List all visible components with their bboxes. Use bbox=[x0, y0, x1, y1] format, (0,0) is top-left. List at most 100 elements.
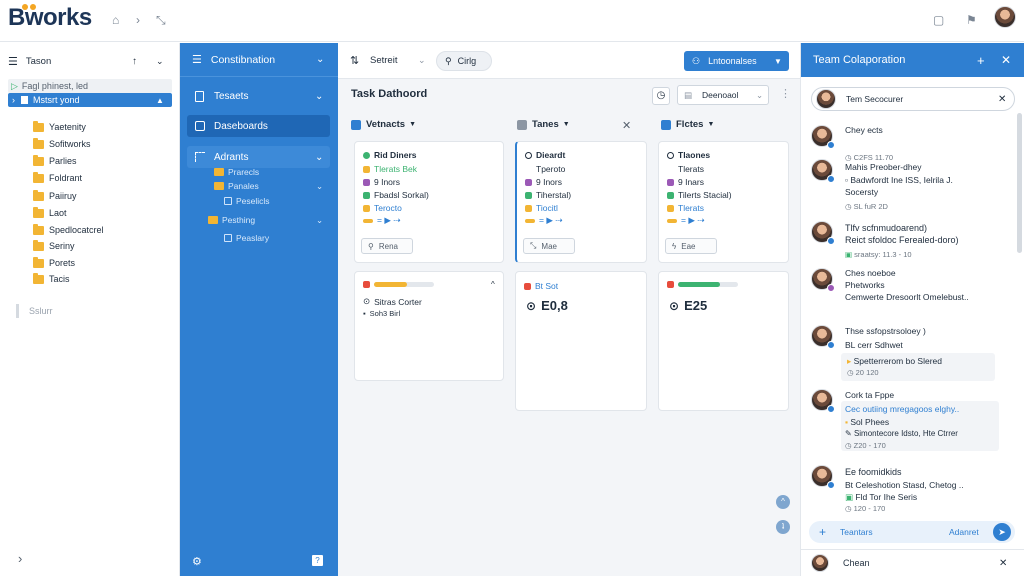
scroll-up-button[interactable]: ^ bbox=[776, 495, 790, 509]
folder-item[interactable]: Parlies bbox=[33, 154, 197, 168]
chevron-up-icon[interactable]: ^ bbox=[491, 280, 495, 289]
stat-card[interactable]: ^ ⊙ Sitras Corter ▪ Soh3 Birl bbox=[354, 271, 504, 381]
nav-subitem[interactable]: Panales ⌄ bbox=[214, 181, 323, 191]
nav-item-adrants[interactable]: Adrants ⌄ bbox=[187, 146, 330, 168]
nav-subitem[interactable]: Peaslary bbox=[224, 233, 269, 243]
message-bubble[interactable]: Cec outiing mregagoos elghy.. ▪ Sol Phee… bbox=[841, 401, 999, 451]
chevron-down-icon[interactable]: ⌄ bbox=[418, 55, 426, 66]
send-icon[interactable]: ➤ bbox=[993, 523, 1011, 541]
folder-icon[interactable]: ⌂ bbox=[112, 13, 119, 27]
sliders-icon[interactable]: ⇅ bbox=[350, 54, 359, 67]
message-attachment[interactable]: ▸ Spetterrerom bo Slered ◷ 20 120 bbox=[841, 353, 995, 381]
chevron-down-icon[interactable]: ⌄ bbox=[156, 56, 164, 67]
tools-icon[interactable]: ✕ bbox=[622, 119, 631, 132]
search-icon: ⚲ bbox=[368, 241, 374, 251]
expand-icon[interactable]: › bbox=[18, 551, 22, 566]
message-line: Cemwerte Dresoorlt Omelebust.. bbox=[845, 292, 969, 302]
scroll-reset-button[interactable]: ʇ bbox=[776, 520, 790, 534]
settings-icon[interactable]: ⚙ bbox=[192, 555, 202, 568]
file-tree-title: Tason bbox=[25, 55, 52, 67]
compose-action[interactable]: Adanret bbox=[949, 527, 979, 537]
task-card[interactable]: Tlaones Tlerats 9 Inars Tilerts Stacial)… bbox=[658, 141, 789, 263]
folder-item[interactable]: Spedlocatcrel bbox=[33, 223, 197, 237]
nav-item-tesaets[interactable]: Tesaets ⌄ bbox=[187, 85, 330, 107]
tag-icon bbox=[363, 191, 370, 199]
folder-item[interactable]: Yaetenity bbox=[33, 120, 197, 134]
chevron-right-icon[interactable]: › bbox=[136, 13, 140, 27]
nav-subitem[interactable]: Pesthing ⌄ bbox=[208, 215, 323, 225]
message-meta: ◷ SL fuR 2D bbox=[845, 202, 888, 211]
column-header-tanes[interactable]: Tanes ▼ bbox=[517, 119, 570, 130]
more-icon[interactable]: ⋮ bbox=[780, 87, 791, 100]
task-card[interactable]: Rid Diners Tlerats Bek 9 Inors Fbadsl So… bbox=[354, 141, 504, 263]
tag-icon bbox=[525, 178, 532, 186]
nav-subitem[interactable]: Peselicls bbox=[224, 196, 270, 206]
message-item[interactable]: Thse ssfopstrsoloey ) BL cerr Sdhwet ▸ S… bbox=[811, 325, 1011, 383]
card-row-text: Tlerats bbox=[678, 164, 704, 174]
close-icon[interactable]: ✕ bbox=[999, 558, 1007, 569]
folder-item[interactable]: Porets bbox=[33, 256, 197, 270]
plus-icon[interactable]: + bbox=[819, 525, 826, 539]
scrollbar[interactable] bbox=[1017, 113, 1022, 253]
stat-card[interactable]: ⊙ E25 bbox=[658, 271, 789, 411]
message-item[interactable]: Ches noeboe Phetworks Cemwerte Dresoorlt… bbox=[811, 268, 1011, 308]
menu-icon[interactable]: ☰ bbox=[8, 55, 18, 68]
nav-item-dashboards[interactable]: Daseboards bbox=[187, 115, 330, 137]
plus-icon[interactable]: + bbox=[977, 53, 985, 68]
status-indicator bbox=[827, 405, 835, 413]
close-icon[interactable]: ✕ bbox=[1001, 53, 1011, 67]
team-search-input[interactable]: Tem Secocurer ✕ bbox=[811, 87, 1015, 111]
card-title: Rid Diners bbox=[374, 150, 417, 160]
nav-subitem[interactable]: Prarecls bbox=[214, 167, 259, 177]
search-input[interactable]: ⚲ Cirlg bbox=[436, 51, 492, 71]
folder-item[interactable]: Laot bbox=[33, 206, 197, 220]
task-card[interactable]: Dieardt Tperoto 9 Inors Tiherstal) Tioci… bbox=[515, 141, 647, 263]
compose-bar[interactable]: + Teantars Adanret ➤ bbox=[809, 521, 1015, 543]
upload-icon[interactable]: ↑ bbox=[132, 56, 137, 67]
folder-label: Seriny bbox=[49, 241, 75, 251]
folder-item[interactable]: Seriny bbox=[33, 239, 197, 253]
card-action-button[interactable]: ϟ Eae bbox=[665, 238, 717, 254]
card-row-text: Tlerats bbox=[678, 203, 704, 213]
clock-icon[interactable]: ◷ bbox=[652, 87, 670, 105]
message-item[interactable]: Mahis Preober-dhey ▫ Badwfordt Ine ISS, … bbox=[811, 159, 1011, 219]
card-action-button[interactable]: ⤡ Mae bbox=[523, 238, 575, 254]
filter-dropdown[interactable]: ▤ Deenoaol ⌄ bbox=[677, 85, 769, 105]
collapse-icon[interactable]: ⤡ bbox=[156, 13, 166, 28]
card-row-text: 9 Inors bbox=[374, 177, 400, 187]
folder-item[interactable]: Tacis bbox=[33, 272, 197, 286]
folder-item[interactable]: Foldrant bbox=[33, 171, 197, 185]
tree-row-selected[interactable]: › Mstsrt yond ▲ bbox=[8, 93, 172, 107]
close-icon[interactable]: ✕ bbox=[998, 94, 1006, 105]
chevron-down-icon[interactable]: ⌄ bbox=[316, 54, 324, 65]
dashboard-icon bbox=[195, 121, 205, 131]
stat-card[interactable]: Bt Sot ⊙ E0,8 bbox=[515, 271, 647, 411]
sidebar-footer-item[interactable]: Sslurr bbox=[16, 304, 180, 318]
list-icon bbox=[661, 119, 671, 130]
notification-icon[interactable]: ▢ bbox=[933, 13, 944, 27]
column-header-flctes[interactable]: Flctes ▼ bbox=[661, 119, 714, 130]
flag-icon[interactable]: ⚑ bbox=[966, 13, 977, 27]
help-icon[interactable]: ? bbox=[312, 555, 323, 566]
menu-icon[interactable]: ☰ bbox=[192, 53, 202, 66]
folder-item[interactable]: Paiiruy bbox=[33, 189, 197, 203]
clock-icon: ◷ bbox=[847, 368, 856, 377]
app-logo[interactable]: Bworks bbox=[8, 4, 92, 32]
divider-mark bbox=[16, 304, 19, 318]
pin-icon: ⊙ bbox=[526, 298, 537, 313]
tag-icon bbox=[363, 178, 370, 186]
column-header-vetnacts[interactable]: Vetnacts ▼ bbox=[351, 119, 416, 130]
message-item[interactable]: Tlfv scfnmudoarend) Reict sfoldoc Fereal… bbox=[811, 221, 1011, 265]
user-avatar[interactable] bbox=[994, 6, 1016, 28]
message-item[interactable]: Ee foomidkids Bt Celeshotion Stasd, Chet… bbox=[811, 465, 1011, 513]
folder-item[interactable]: Sofitworks bbox=[33, 137, 197, 151]
tag-icon bbox=[525, 204, 532, 212]
message-item[interactable]: Cork ta Fppe Cec outiing mregagoos elghy… bbox=[811, 389, 1011, 451]
toolbar-action-button[interactable]: ⚇ Lntoonalses ▼ bbox=[684, 51, 789, 71]
tree-row-pinned[interactable]: ▷ Fagl phinest, led bbox=[8, 79, 172, 93]
list-icon bbox=[351, 119, 361, 130]
chevron-down-icon: ⌄ bbox=[756, 89, 764, 100]
card-row-text: Tperoto bbox=[536, 164, 566, 174]
stat-header bbox=[667, 281, 738, 288]
card-action-button[interactable]: ⚲ Rena bbox=[361, 238, 413, 254]
